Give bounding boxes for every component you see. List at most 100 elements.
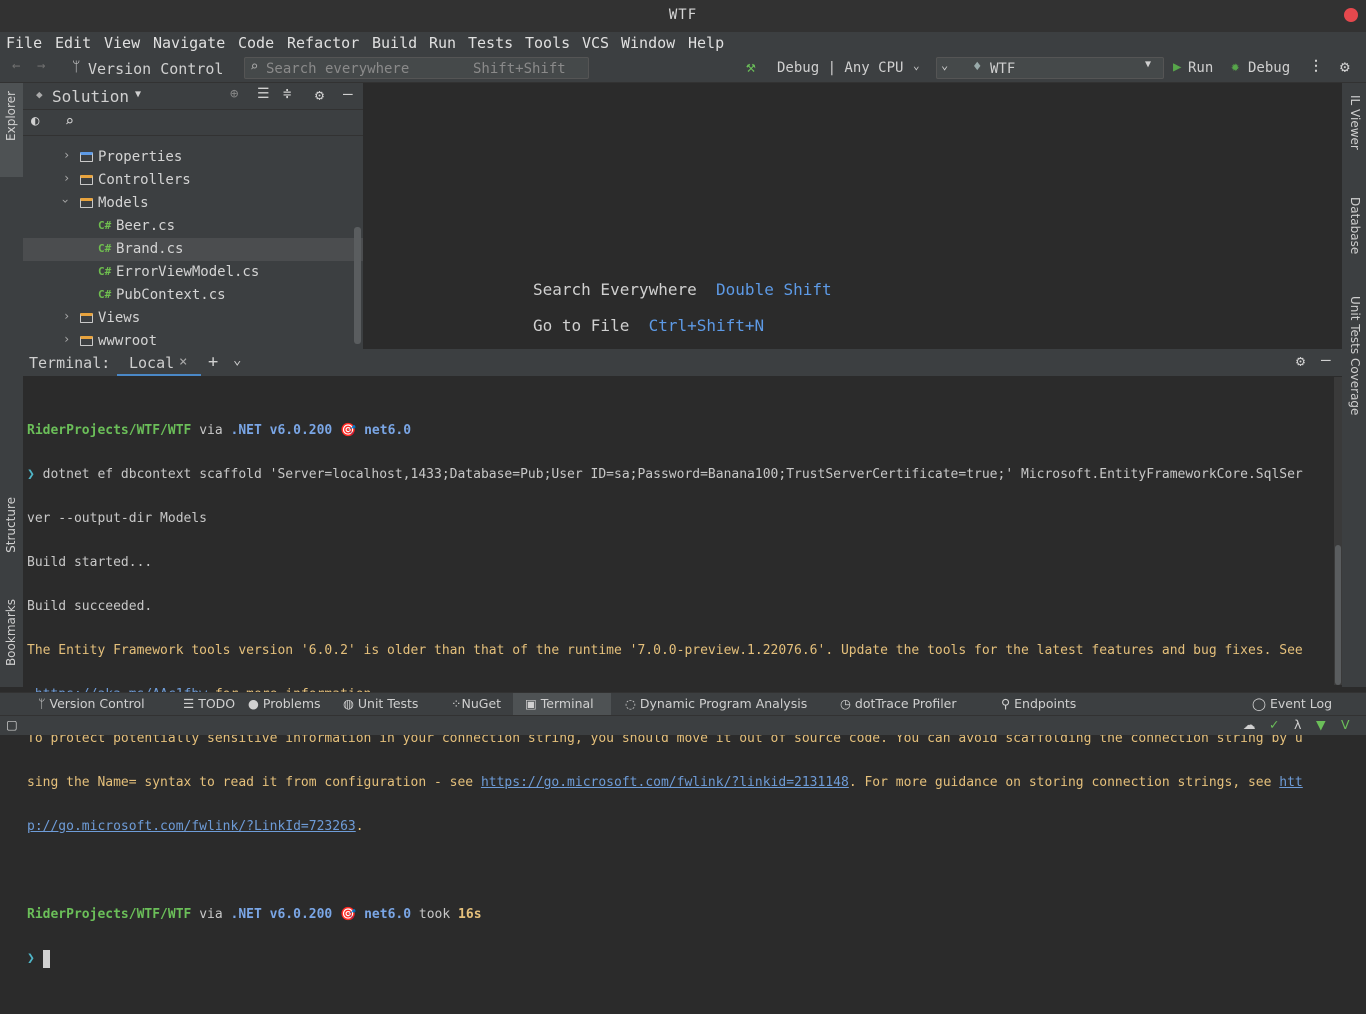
- solution-search-bar: ◐ ⌕: [23, 110, 363, 136]
- chevron-right-icon[interactable]: ›: [63, 148, 70, 162]
- tree-node-controllers[interactable]: › Controllers: [23, 169, 363, 192]
- version-control-button[interactable]: Version Control: [88, 60, 223, 78]
- unit-tests-coverage-tab[interactable]: Unit Tests Coverage: [1348, 296, 1362, 415]
- settings-gear-icon[interactable]: ⚙: [1296, 352, 1305, 370]
- tree-node-wwwroot[interactable]: › wwwroot: [23, 330, 363, 349]
- build-hammer-icon[interactable]: ⚒: [746, 57, 756, 76]
- collapse-all-icon[interactable]: ≑: [283, 86, 291, 102]
- menu-tests[interactable]: Tests: [468, 34, 513, 52]
- menu-refactor[interactable]: Refactor: [287, 34, 359, 52]
- more-actions-icon[interactable]: ⋮: [1309, 58, 1323, 74]
- search-everywhere-field[interactable]: ⌕ Search everywhere Shift+Shift: [244, 57, 589, 79]
- expand-all-icon[interactable]: ☰: [257, 86, 270, 102]
- search-icon[interactable]: ⌕: [65, 112, 74, 130]
- show-files-icon[interactable]: ◐: [31, 113, 39, 129]
- chevron-down-icon[interactable]: ›: [59, 197, 73, 204]
- resharper-icon[interactable]: ▼: [1316, 717, 1326, 732]
- back-arrow-icon[interactable]: ←: [12, 58, 20, 74]
- chevron-down-icon[interactable]: ⌄: [233, 352, 241, 368]
- tree-node-views[interactable]: › Views: [23, 307, 363, 330]
- tool-tab-version-control[interactable]: ᛘ Version Control: [38, 696, 145, 711]
- chevron-right-icon[interactable]: ›: [63, 171, 70, 185]
- tool-tab-dottrace-profiler[interactable]: ◷ dotTrace Profiler: [840, 696, 957, 711]
- bookmarks-tab[interactable]: Bookmarks: [4, 599, 18, 666]
- lambda-icon[interactable]: λ: [1294, 717, 1301, 732]
- menu-code[interactable]: Code: [238, 34, 274, 52]
- output-line: Build succeeded.: [27, 599, 153, 614]
- vue-icon[interactable]: V: [1341, 717, 1350, 732]
- prompt-framework: net6.0: [364, 423, 412, 438]
- tool-tab-unit-tests[interactable]: ◍ Unit Tests: [343, 696, 418, 711]
- forward-arrow-icon[interactable]: →: [37, 58, 45, 74]
- tool-tab-todo[interactable]: ☰ TODO: [183, 696, 235, 711]
- settings-gear-icon[interactable]: ⚙: [1340, 57, 1350, 76]
- menu-help[interactable]: Help: [688, 34, 724, 52]
- close-window-button[interactable]: [1344, 8, 1358, 22]
- il-viewer-tab[interactable]: IL Viewer: [1348, 95, 1362, 150]
- menu-tools[interactable]: Tools: [525, 34, 570, 52]
- explorer-tool-tab[interactable]: Explorer: [0, 83, 23, 177]
- menu-build[interactable]: Build: [372, 34, 417, 52]
- chevron-right-icon[interactable]: ›: [63, 332, 70, 346]
- chevron-right-icon[interactable]: ›: [63, 309, 70, 323]
- tree-node-errorviewmodel-cs[interactable]: C# ErrorViewModel.cs: [23, 261, 363, 284]
- tool-tab-terminal[interactable]: ▣ Terminal: [513, 693, 611, 715]
- tree-node-pubcontext-cs[interactable]: C# PubContext.cs: [23, 284, 363, 307]
- event-log-button[interactable]: ◯ Event Log: [1252, 696, 1332, 711]
- run-config-name: WTF: [990, 61, 1016, 77]
- close-tab-icon[interactable]: ×: [179, 354, 187, 370]
- dropdown-triangle-icon[interactable]: ▼: [135, 89, 141, 100]
- structure-tab[interactable]: Structure: [4, 497, 18, 553]
- settings-gear-icon[interactable]: ⚙: [315, 86, 324, 104]
- prompt-framework: net6.0: [364, 907, 412, 922]
- target-glyph-icon: 🎯: [340, 907, 357, 922]
- menu-edit[interactable]: Edit: [55, 34, 91, 52]
- output-line: Build started...: [27, 555, 153, 570]
- menu-window[interactable]: Window: [621, 34, 675, 52]
- locate-icon[interactable]: ⊕: [230, 86, 238, 102]
- terminal-scrollbar-thumb[interactable]: [1335, 545, 1341, 685]
- info-link[interactable]: p://go.microsoft.com/fwlink/?LinkId=7232…: [27, 819, 356, 834]
- info-link[interactable]: htt: [1279, 775, 1302, 790]
- tree-node-models[interactable]: › Models: [23, 192, 363, 215]
- check-ok-icon[interactable]: ✓: [1269, 717, 1279, 732]
- run-configuration-selector[interactable]: ⌄ ♦ WTF ▼: [936, 57, 1164, 79]
- toggle-tool-windows-icon[interactable]: ▢: [6, 717, 18, 732]
- target-glyph-icon: 🎯: [340, 423, 357, 438]
- menu-navigate[interactable]: Navigate: [153, 34, 225, 52]
- project-icon: ♦: [973, 59, 982, 75]
- build-config-selector[interactable]: Debug | Any CPU: [777, 60, 903, 76]
- run-button[interactable]: Run: [1188, 60, 1213, 76]
- prompt-dotnet: .NET v6.0.200: [230, 423, 333, 438]
- info-link[interactable]: https://go.microsoft.com/fwlink/?linkid=…: [481, 775, 849, 790]
- tree-node-brand-cs[interactable]: C# Brand.cs: [23, 238, 363, 261]
- debug-button[interactable]: Debug: [1248, 60, 1290, 76]
- tool-tab-nuget[interactable]: ⁘NuGet: [451, 696, 501, 711]
- background-tasks-icon[interactable]: ☁: [1243, 717, 1256, 732]
- tool-tab-dynamic-program-analysis[interactable]: ◌ Dynamic Program Analysis: [625, 696, 807, 711]
- database-tab[interactable]: Database: [1348, 197, 1362, 254]
- solution-title[interactable]: Solution: [52, 87, 129, 106]
- terminal-tab-local[interactable]: Local ×: [117, 349, 201, 376]
- csharp-file-icon: C#: [98, 219, 112, 232]
- chevron-down-icon[interactable]: ⌄: [913, 59, 920, 72]
- tree-node-properties[interactable]: › Properties: [23, 146, 363, 169]
- terminal-scrollbar[interactable]: [1334, 377, 1342, 685]
- tool-tab-endpoints[interactable]: ⚲ Endpoints: [1001, 696, 1076, 711]
- run-icon[interactable]: ▶: [1173, 59, 1181, 75]
- new-tab-plus-icon[interactable]: +: [208, 352, 218, 372]
- menu-run[interactable]: Run: [429, 34, 456, 52]
- menu-file[interactable]: File: [6, 34, 42, 52]
- menu-vcs[interactable]: VCS: [582, 34, 609, 52]
- minimize-icon[interactable]: —: [343, 84, 353, 103]
- tree-scrollbar[interactable]: [354, 227, 361, 344]
- menu-view[interactable]: View: [104, 34, 140, 52]
- tree-node-beer-cs[interactable]: C# Beer.cs: [23, 215, 363, 238]
- minimize-icon[interactable]: —: [1321, 350, 1331, 369]
- prompt-path: RiderProjects/WTF/WTF: [27, 423, 192, 438]
- prompt-took: took: [418, 907, 451, 922]
- search-shortcut: Shift+Shift: [473, 61, 566, 77]
- debug-bug-icon[interactable]: ✹: [1231, 59, 1239, 75]
- editor-area: Search Everywhere Double Shift Go to Fil…: [363, 83, 1342, 349]
- tool-tab-problems[interactable]: ● Problems: [248, 696, 321, 711]
